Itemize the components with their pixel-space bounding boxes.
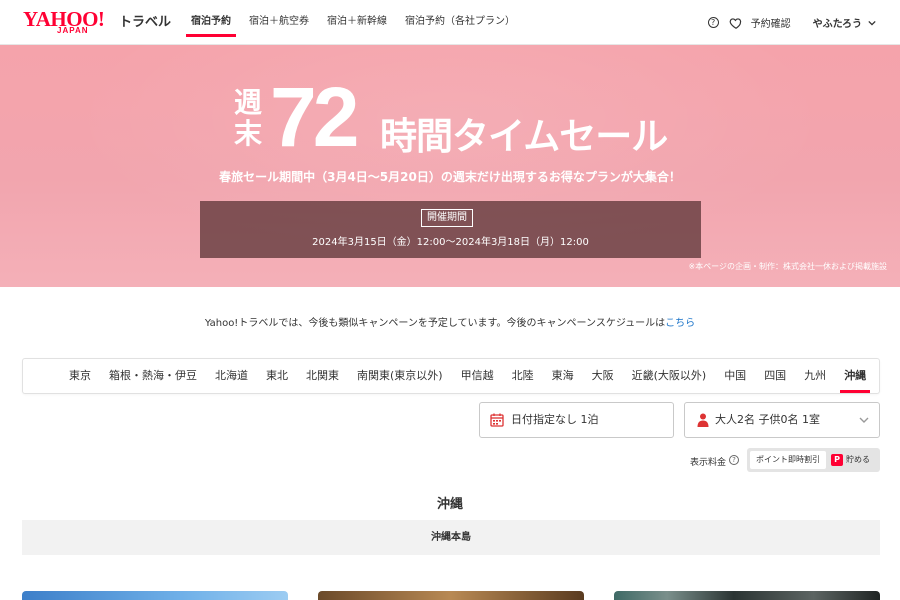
hero-subtitle: 春旅セール期間中（3月4日〜5月20日）の週末だけ出現するお得なプランが大集合！ xyxy=(219,170,681,184)
region-tab-tohoku[interactable]: 東北 xyxy=(260,359,294,393)
region-tab-tokai[interactable]: 東海 xyxy=(546,359,580,393)
tab-hotel-flight[interactable]: 宿泊＋航空券 xyxy=(242,0,316,45)
reservation-check-link[interactable]: 予約確認 xyxy=(751,15,791,30)
campaign-info-text: Yahoo!トラベルでは、今後も類似キャンペーンを予定しています。今後のキャンペ… xyxy=(204,318,666,329)
campaign-hero-banner: 週末 72 時間タイムセール 春旅セール期間中（3月4日〜5月20日）の週末だけ… xyxy=(0,45,900,287)
region-tab-minami-kanto[interactable]: 南関東(東京以外) xyxy=(351,359,449,393)
date-selector-label: 日付指定なし 1泊 xyxy=(511,413,599,426)
user-menu[interactable]: やふたろう xyxy=(813,15,876,30)
chevron-down-icon xyxy=(868,20,876,26)
site-header: YAHOO! JAPAN トラベル 宿泊予約 宿泊＋航空券 宿泊＋新幹線 宿泊予… xyxy=(0,0,900,45)
price-mode-toggle: ポイント即時割引 P 貯める xyxy=(747,448,880,472)
hotel-card-image[interactable] xyxy=(614,591,880,600)
area-title: 沖縄 xyxy=(436,497,463,512)
yahoo-travel-logo[interactable]: YAHOO! JAPAN トラベル xyxy=(23,9,173,37)
region-tabs: 東京 箱根・熱海・伊豆 北海道 東北 北関東 南関東(東京以外) 甲信越 北陸 … xyxy=(22,358,880,394)
region-tab-kita-kanto[interactable]: 北関東 xyxy=(300,359,345,393)
region-tab-hakone-atami-izu[interactable]: 箱根・熱海・伊豆 xyxy=(103,359,203,393)
heart-icon[interactable] xyxy=(729,16,743,30)
region-tab-hokuriku[interactable]: 北陸 xyxy=(506,359,540,393)
calendar-icon xyxy=(490,413,504,427)
campaign-period-box: 開催期間 2024年3月15日（金）12:00〜2024年3月18日（月）12:… xyxy=(200,201,701,258)
point-discount-option[interactable]: ポイント即時割引 xyxy=(750,451,826,469)
tab-hotel-partner-plans[interactable]: 宿泊予約（各社プラン） xyxy=(398,0,522,45)
user-name: やふたろう xyxy=(812,19,862,30)
hotel-card-image[interactable] xyxy=(22,591,288,600)
region-tab-hokkaido[interactable]: 北海道 xyxy=(209,359,254,393)
region-tab-kinki[interactable]: 近畿(大阪以外) xyxy=(626,359,713,393)
region-tab-kyushu[interactable]: 九州 xyxy=(798,359,832,393)
campaign-info: Yahoo!トラベルでは、今後も類似キャンペーンを予定しています。今後のキャンペ… xyxy=(0,314,900,329)
schedule-link[interactable]: こちら xyxy=(665,318,695,329)
header-nav: 宿泊予約 宿泊＋航空券 宿泊＋新幹線 宿泊予約（各社プラン） xyxy=(184,0,526,45)
logo-japan-text: JAPAN xyxy=(57,26,89,35)
tab-hotel[interactable]: 宿泊予約 xyxy=(184,0,238,45)
date-selector[interactable]: 日付指定なし 1泊 xyxy=(479,402,674,438)
region-tab-koshinetsu[interactable]: 甲信越 xyxy=(455,359,500,393)
hero-title-text: 時間タイムセール xyxy=(380,115,668,158)
logo-service-text: トラベル xyxy=(119,15,172,30)
point-earn-label: 貯める xyxy=(846,455,870,464)
hero-title-number: 72 xyxy=(270,70,359,164)
hero-title-weekend: 週末 xyxy=(233,86,262,150)
person-icon xyxy=(697,413,709,427)
help-icon[interactable]: ? xyxy=(707,17,719,28)
period-text: 2024年3月15日（金）12:00〜2024年3月18日（月）12:00 xyxy=(312,237,589,248)
region-tab-list: 東京 箱根・熱海・伊豆 北海道 東北 北関東 南関東(東京以外) 甲信越 北陸 … xyxy=(63,359,878,393)
hero-title: 週末 72 時間タイムセール xyxy=(230,70,690,164)
region-tab-chugoku[interactable]: 中国 xyxy=(718,359,752,393)
guest-selector[interactable]: 大人2名 子供0名 1室 xyxy=(684,402,880,438)
subregion-header: 沖縄本島 xyxy=(22,520,880,555)
hotel-card-image[interactable] xyxy=(318,591,584,600)
paypay-point-icon: P xyxy=(831,454,843,466)
region-tab-shikoku[interactable]: 四国 xyxy=(758,359,792,393)
region-tab-tokyo[interactable]: 東京 xyxy=(63,359,97,393)
header-actions: ? 予約確認 やふたろう xyxy=(707,0,876,45)
region-tab-osaka[interactable]: 大阪 xyxy=(586,359,620,393)
point-earn-option[interactable]: P 貯める xyxy=(830,451,878,469)
price-display-label: 表示料金 xyxy=(690,458,727,468)
hero-credit-note: ※本ページの企画・制作：株式会社一休および掲載施設 xyxy=(688,262,887,271)
chevron-down-icon xyxy=(859,417,869,423)
period-badge: 開催期間 xyxy=(421,209,473,227)
price-help-icon[interactable]: ? xyxy=(729,455,739,465)
region-tab-okinawa[interactable]: 沖縄 xyxy=(838,359,872,393)
tab-hotel-shinkansen[interactable]: 宿泊＋新幹線 xyxy=(320,0,394,45)
guest-selector-label: 大人2名 子供0名 1室 xyxy=(715,413,820,426)
